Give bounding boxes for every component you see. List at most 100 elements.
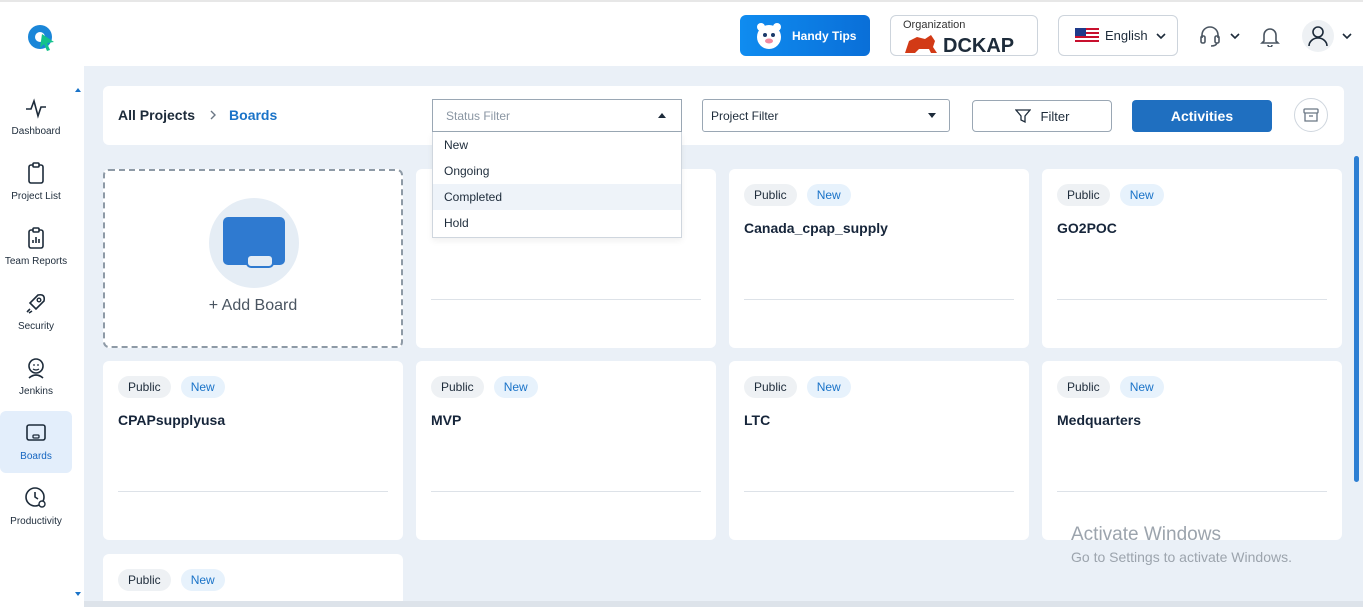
visibility-badge: Public (1057, 184, 1110, 206)
card-divider (744, 299, 1014, 300)
board-name: GO2POC (1057, 220, 1117, 236)
activities-button-label: Activities (1170, 108, 1234, 124)
mascot-icon (757, 22, 781, 49)
board-card[interactable]: Public New CPAPsupplyusa (103, 361, 403, 540)
handy-tips-button[interactable]: Handy Tips (740, 15, 870, 56)
sidebar-item-security[interactable]: Security (0, 281, 72, 343)
status-badge: New (806, 184, 851, 206)
board-icon (26, 424, 46, 441)
sidebar-item-team-reports[interactable]: Team Reports (0, 216, 72, 278)
bottom-edge (84, 601, 1363, 607)
top-header: Handy Tips Organization DCKAP English (0, 0, 1363, 66)
status-filter-select[interactable]: Status Filter (432, 99, 682, 132)
visibility-badge: Public (118, 569, 171, 591)
card-divider (1057, 491, 1327, 492)
chevron-right-icon (210, 110, 217, 120)
sidebar-item-dashboard[interactable]: Dashboard (0, 86, 72, 148)
status-badge: New (1119, 376, 1164, 398)
user-menu[interactable] (1302, 19, 1354, 53)
filter-bar: All Projects Boards Status Filter Projec… (103, 86, 1344, 145)
board-card[interactable]: Public New MVP (416, 361, 716, 540)
sidebar-item-boards[interactable]: Boards (0, 411, 72, 473)
status-option-new[interactable]: New (433, 132, 681, 158)
status-badge: New (180, 569, 225, 591)
notification-bell-icon[interactable] (1259, 25, 1281, 47)
card-divider (431, 299, 701, 300)
sidebar-item-productivity[interactable]: Productivity (0, 476, 72, 538)
support-menu[interactable] (1198, 24, 1244, 48)
status-option-hold[interactable]: Hold (433, 210, 681, 236)
board-card[interactable]: Public New Medquarters (1042, 361, 1342, 540)
visibility-badge: Public (1057, 376, 1110, 398)
status-option-completed[interactable]: Completed (433, 184, 681, 210)
pulse-icon (26, 98, 46, 119)
board-name: Medquarters (1057, 412, 1142, 428)
report-icon (28, 227, 44, 249)
board-card[interactable]: Public New Canada_cpap_supply (729, 169, 1029, 348)
organization-switcher[interactable]: Organization DCKAP (890, 15, 1038, 56)
clock-gear-icon (25, 487, 46, 508)
sidebar-item-label: Boards (20, 451, 52, 462)
organization-name: DCKAP (943, 35, 1014, 55)
project-filter-label: Project Filter (711, 108, 779, 123)
sidebar: Dashboard Project List Team Reports Secu… (0, 66, 84, 607)
board-illustration-icon (223, 217, 285, 268)
board-card[interactable]: Public New LTC (729, 361, 1029, 540)
us-flag-icon (1075, 28, 1099, 43)
card-divider (431, 491, 701, 492)
language-label: English (1105, 28, 1148, 43)
chevron-down-icon (1230, 33, 1240, 40)
organization-label: Organization (903, 19, 966, 31)
scroll-down-arrow-icon[interactable] (74, 590, 82, 598)
card-divider (118, 491, 388, 492)
sidebar-item-label: Team Reports (4, 256, 68, 267)
headset-icon (1200, 26, 1220, 47)
language-selector[interactable]: English (1058, 15, 1178, 56)
visibility-badge: Public (744, 376, 797, 398)
board-name: Canada_cpap_supply (744, 220, 888, 236)
caret-up-icon (658, 113, 666, 118)
breadcrumb-current: Boards (229, 107, 278, 123)
visibility-badge: Public (431, 376, 484, 398)
visibility-badge: Public (118, 376, 171, 398)
breadcrumb-all-projects[interactable]: All Projects (118, 107, 195, 123)
status-option-ongoing[interactable]: Ongoing (433, 158, 681, 184)
sidebar-item-project-list[interactable]: Project List (0, 151, 72, 213)
board-card[interactable]: Public New GO2POC (1042, 169, 1342, 348)
clipboard-icon (28, 162, 44, 184)
board-name: LTC (744, 412, 771, 428)
status-badge: New (1119, 184, 1164, 206)
activities-button[interactable]: Activities (1132, 100, 1272, 132)
status-filter-placeholder: Status Filter (446, 108, 511, 123)
rocket-icon (26, 293, 46, 314)
jenkins-icon (28, 358, 44, 379)
status-badge: New (493, 376, 538, 398)
funnel-icon (1014, 109, 1031, 124)
status-badge: New (806, 376, 851, 398)
scroll-up-arrow-icon[interactable] (74, 86, 82, 94)
sidebar-item-label: Security (17, 321, 55, 332)
organization-logo: DCKAP (905, 35, 1014, 55)
filter-button[interactable]: Filter (972, 100, 1112, 132)
status-badge: New (180, 376, 225, 398)
sidebar-item-label: Dashboard (11, 126, 61, 137)
card-divider (1057, 299, 1327, 300)
add-board-card[interactable]: + Add Board (103, 169, 403, 348)
board-name: CPAPsupplyusa (118, 412, 226, 428)
visibility-badge: Public (744, 184, 797, 206)
sidebar-item-label: Productivity (10, 516, 62, 527)
archive-button[interactable] (1294, 98, 1328, 132)
archive-icon (1303, 108, 1319, 122)
sidebar-item-label: Jenkins (19, 386, 53, 397)
project-filter-select[interactable]: Project Filter (702, 99, 950, 132)
sidebar-item-jenkins[interactable]: Jenkins (0, 346, 72, 408)
main-scrollbar[interactable] (1354, 156, 1359, 482)
chevron-down-icon (1342, 33, 1352, 40)
chevron-down-icon (1156, 32, 1166, 39)
app-logo-icon[interactable] (26, 22, 56, 52)
sidebar-item-label: Project List (11, 191, 61, 202)
board-name: MVP (431, 412, 462, 428)
avatar-icon (1302, 20, 1334, 52)
filter-button-label: Filter (1040, 108, 1070, 124)
board-card[interactable]: Public New (103, 554, 403, 607)
